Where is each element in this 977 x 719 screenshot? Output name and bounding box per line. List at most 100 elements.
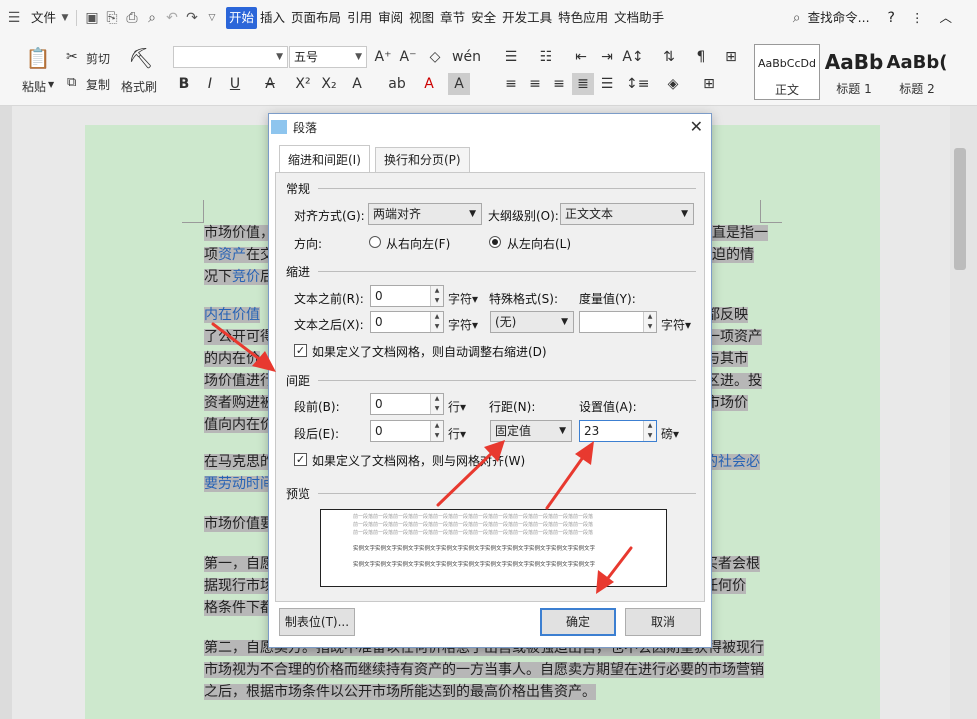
show-marks-icon[interactable]: ¶ [690,46,712,68]
line-spacing-select[interactable]: 固定值 ▼ [490,420,572,442]
tab-security[interactable]: 安全 [468,7,499,29]
subscript-icon[interactable]: X₂ [318,73,340,95]
borders-icon[interactable]: ⊞ [698,73,720,95]
bold-icon[interactable]: B [173,73,195,95]
char-unit-select[interactable]: 字符▾ [448,316,478,333]
customize-icon[interactable]: ▽ [202,7,222,29]
tab-insert[interactable]: 插入 [257,7,288,29]
text-effect-icon[interactable]: A [346,73,368,95]
link-text[interactable]: 资产 [218,247,246,263]
tab-features[interactable]: 特色应用 [555,7,611,29]
tab-chapter[interactable]: 章节 [437,7,468,29]
tab-references[interactable]: 引用 [344,7,375,29]
measure-input[interactable]: ▲ ▼ [579,311,657,333]
help-button[interactable]: ? [885,7,898,29]
close-icon[interactable]: ✕ [690,117,703,136]
style-normal[interactable]: AaBbCcDd 正文 [754,44,820,100]
before-text-input[interactable]: 0 ▲ ▼ [370,285,444,307]
phonetic-guide-icon[interactable]: wén [452,46,481,68]
char-unit-select[interactable]: 字符▾ [661,316,691,333]
tabs-button[interactable]: 制表位(T)... [279,608,355,636]
spacing-before-input[interactable]: 0 ▲ ▼ [370,393,444,415]
sort-icon[interactable]: ⇅ [658,46,680,68]
menu-icon[interactable]: ☰ [0,7,28,29]
char-unit-select[interactable]: 字符▾ [448,290,478,307]
justify-icon[interactable]: ≣ [572,73,594,95]
format-painter-label[interactable]: 格式刷 [121,78,157,95]
rtl-label[interactable]: 从右向左(F) [386,235,450,252]
link-text[interactable]: 竞价 [232,269,260,285]
spinner-icon[interactable]: ▲ ▼ [430,286,443,306]
font-size-select[interactable]: 五号 ▼ [289,46,367,68]
auto-indent-checkbox[interactable]: ✓ [294,344,307,357]
tab-view[interactable]: 视图 [406,7,437,29]
print-icon[interactable]: ⎙ [122,7,142,29]
chevron-down-icon[interactable]: ▼ [59,7,71,29]
pt-unit-select[interactable]: 磅▾ [661,425,679,442]
increase-indent-icon[interactable]: ⇥ [596,46,618,68]
table-grid-icon[interactable]: ⊞ [720,46,742,68]
tab-page-layout[interactable]: 页面布局 [288,7,344,29]
scrollbar-thumb[interactable] [954,148,966,270]
grow-font-icon[interactable]: A⁺ [372,46,394,68]
spacing-after-input[interactable]: 0 ▲ ▼ [370,420,444,442]
outline-level-select[interactable]: 正文文本 ▼ [560,203,694,225]
spinner-icon[interactable]: ▲ ▼ [643,312,656,332]
clear-format-icon[interactable]: ◇ [424,46,446,68]
cancel-button[interactable]: 取消 [625,608,701,636]
spinner-icon[interactable]: ▲ ▼ [430,394,443,414]
decrease-indent-icon[interactable]: ⇤ [570,46,592,68]
spinner-icon[interactable]: ▲ ▼ [430,312,443,332]
underline-icon[interactable]: U [224,73,246,95]
search-commands[interactable]: 查找命令... [805,7,873,29]
format-painter-icon[interactable]: ⛏ [128,46,153,70]
shading-icon[interactable]: ◈ [662,73,684,95]
snap-grid-label[interactable]: 如果定义了文档网格，则与网格对齐(W) [312,452,525,469]
ltr-label[interactable]: 从左向右(L) [507,235,571,252]
undo-icon[interactable]: ↶ [162,7,182,29]
numbering-icon[interactable]: ☷ [535,46,557,68]
spinner-icon[interactable]: ▲ ▼ [643,421,656,441]
paste-dropdown-icon[interactable]: ▼ [48,80,54,89]
more-button[interactable]: ⋮ [908,7,927,29]
distribute-icon[interactable]: ☰ [596,73,618,95]
collapse-ribbon-button[interactable]: ︿ [936,7,955,29]
line-spacing-icon[interactable]: ↕≡ [626,73,649,95]
align-left-icon[interactable]: ≡ [500,73,522,95]
print-preview-icon[interactable]: ⌕ [142,7,162,29]
export-pdf-icon[interactable]: ⎘ [102,7,122,29]
snap-grid-checkbox[interactable]: ✓ [294,453,307,466]
paste-label[interactable]: 粘贴 [22,78,46,95]
set-value-input[interactable]: 23 ▲ ▼ [579,420,657,442]
dialog-title-bar[interactable]: 段落 ✕ [269,114,711,140]
paste-button[interactable]: 📋 [22,46,54,70]
after-text-input[interactable]: 0 ▲ ▼ [370,311,444,333]
tab-indent-spacing[interactable]: 缩进和间距(I) [279,145,370,173]
tab-home[interactable]: 开始 [226,7,258,29]
rtl-radio[interactable] [369,236,381,248]
bullets-icon[interactable]: ☰ [500,46,522,68]
line-unit-select[interactable]: 行▾ [448,398,466,415]
line-unit-select[interactable]: 行▾ [448,425,466,442]
superscript-icon[interactable]: X² [292,73,314,95]
shrink-font-icon[interactable]: A⁻ [397,46,419,68]
link-text[interactable]: 的社会必 [704,454,760,470]
highlight-icon[interactable]: ab [386,73,408,95]
char-shading-icon[interactable]: A [448,73,470,95]
redo-icon[interactable]: ↷ [182,7,202,29]
strikethrough-icon[interactable]: A [259,73,281,95]
text-direction-icon[interactable]: A↕ [622,46,644,68]
font-color-icon[interactable]: A [418,73,440,95]
cut-icon[interactable]: ✂ [66,49,78,65]
special-format-select[interactable]: (无) ▼ [490,311,574,333]
italic-icon[interactable]: I [199,73,221,95]
auto-indent-label[interactable]: 如果定义了文档网格，则自动调整右缩进(D) [312,343,547,360]
save-icon[interactable]: ▣ [82,7,102,29]
file-menu[interactable]: 文件 [28,7,59,29]
copy-label[interactable]: 复制 [86,76,110,93]
align-right-icon[interactable]: ≡ [548,73,570,95]
spinner-icon[interactable]: ▲ ▼ [430,421,443,441]
align-center-icon[interactable]: ≡ [524,73,546,95]
tab-doc-assistant[interactable]: 文档助手 [611,7,667,29]
alignment-select[interactable]: 两端对齐 ▼ [368,203,482,225]
